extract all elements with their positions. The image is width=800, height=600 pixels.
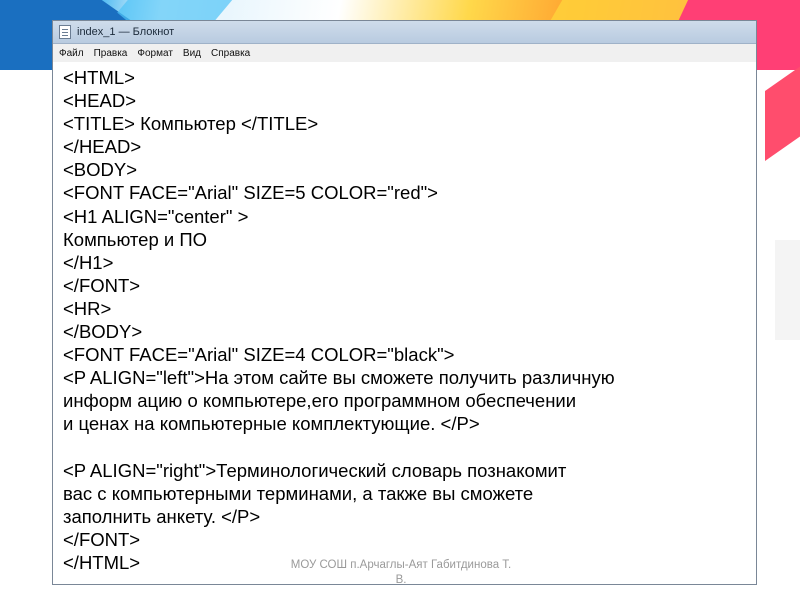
footer-author-line: МОУ СОШ п.Арчаглы-Аят Габитдинова Т. (290, 559, 512, 571)
footer-author-line-2: В. (395, 574, 407, 586)
code-line: </HEAD> (63, 136, 142, 158)
code-line: <HTML> (63, 67, 135, 88)
code-line: <P ALIGN="right">Терминологический слова… (63, 459, 567, 481)
menu-view[interactable]: Вид (183, 48, 201, 59)
code-line: <BODY> (63, 159, 138, 181)
code-line: <FONT FACE="Arial" SIZE=5 COLOR="red"> (63, 182, 438, 204)
code-line: <P ALIGN="left">На этом сайте вы сможете… (63, 367, 615, 389)
code-line: <HEAD> (63, 90, 137, 112)
code-line: <HR> (63, 297, 112, 319)
code-line: <H1 ALIGN="center" > (63, 205, 249, 227)
menu-bar: Файл Правка Формат Вид Справка (53, 44, 756, 63)
code-line: информ ацию о компьютере,его программном… (63, 390, 577, 412)
code-line: </FONT> (63, 274, 141, 296)
code-line: </BODY> (63, 321, 143, 343)
menu-format[interactable]: Формат (137, 48, 173, 59)
code-line: и ценах на компьютерные комплектующие. <… (63, 413, 480, 435)
slide-footer: МОУ СОШ п.Арчаглы-Аят Габитдинова Т. В. (270, 558, 532, 588)
code-line: Компьютер и ПО (63, 228, 208, 250)
notepad-icon (59, 25, 71, 39)
code-line: </H1> (63, 251, 114, 273)
notepad-window: index_1 — Блокнот Файл Правка Формат Вид… (52, 20, 757, 585)
menu-edit[interactable]: Правка (94, 48, 128, 59)
menu-help[interactable]: Справка (211, 48, 250, 59)
menu-file[interactable]: Файл (59, 48, 84, 59)
code-line: <FONT FACE="Arial" SIZE=4 COLOR="black"> (63, 344, 455, 366)
code-line: вас с компьютерными терминами, а также в… (63, 482, 534, 504)
code-line: заполнить анкету. </P> (63, 505, 261, 527)
code-line: </FONT> (63, 528, 141, 550)
code-line: <TITLE> Компьютер </TITLE> (63, 113, 319, 135)
title-bar[interactable]: index_1 — Блокнот (53, 21, 756, 44)
slide-background-right (755, 48, 800, 600)
window-title: index_1 — Блокнот (77, 26, 175, 38)
text-editor-area[interactable]: <HTML> <HEAD> <TITLE> Компьютер </TITLE>… (53, 62, 756, 584)
